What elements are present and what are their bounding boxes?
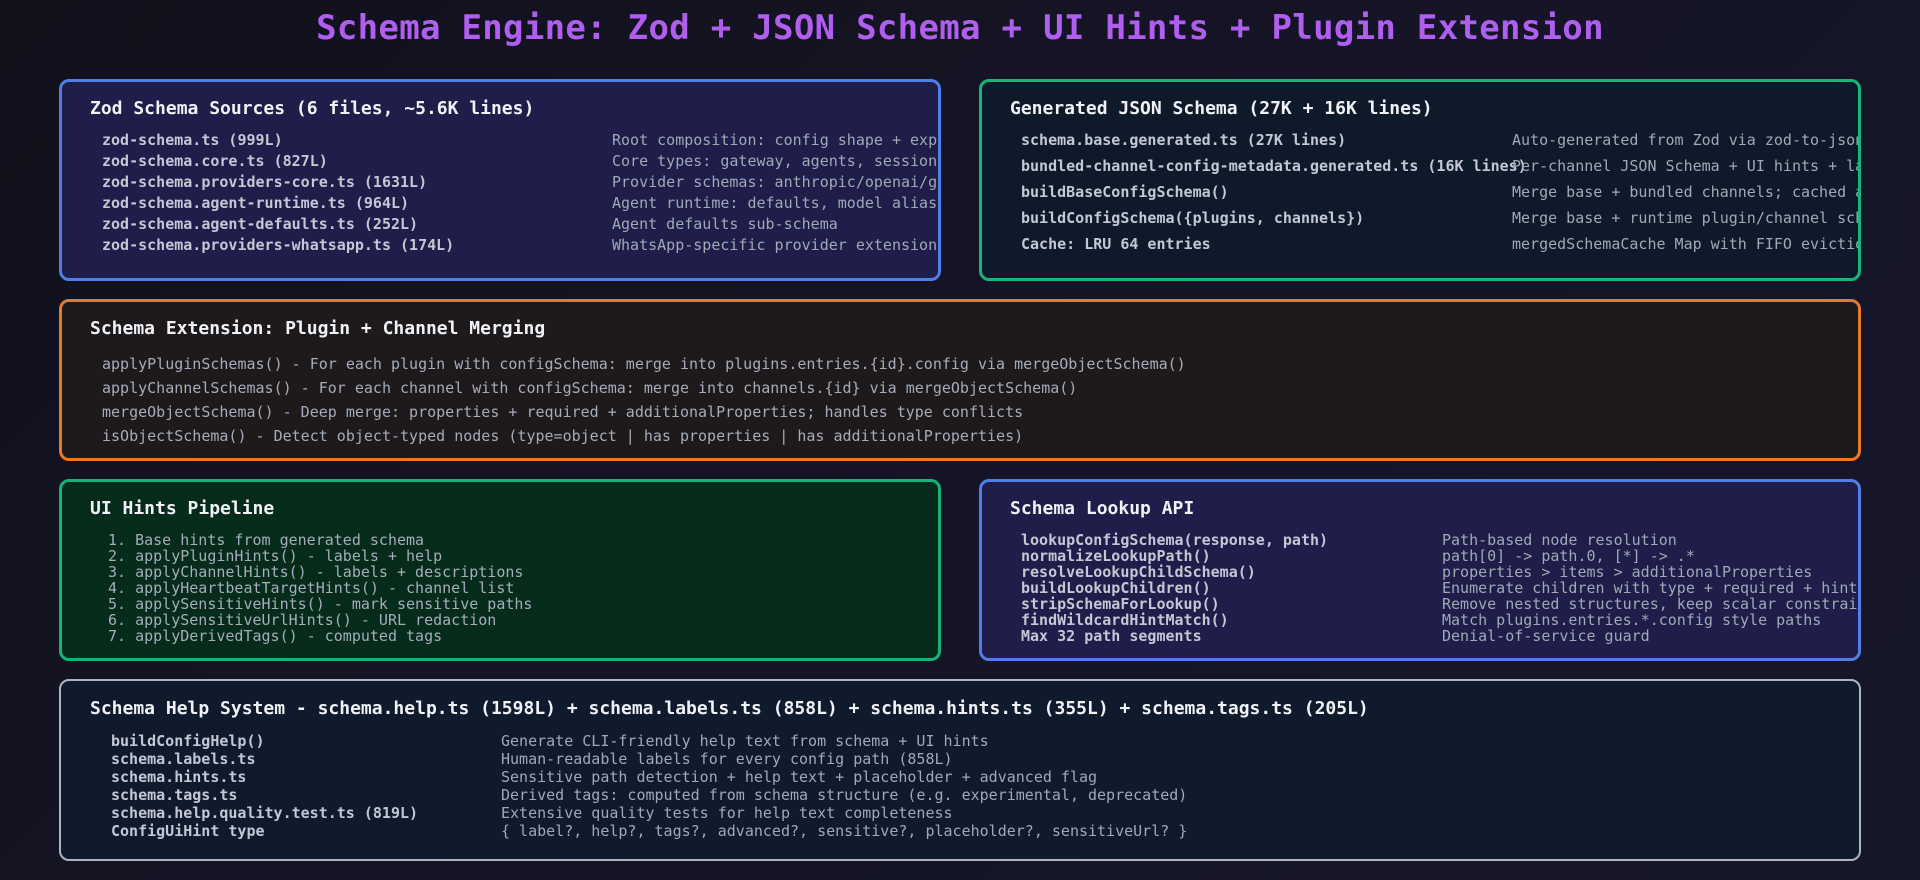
panel-title: Zod Schema Sources (6 files, ~5.6K lines… [90,98,535,119]
diagram-title: Schema Engine: Zod + JSON Schema + UI Hi… [316,8,1604,48]
file-description: Core types: gateway, agents, sessions, l… [612,152,938,170]
artifact-description: Merge base + bundled channels; cached at… [1512,183,1858,201]
help-item: ConfigUiHint type [111,822,265,840]
file-name: zod-schema.agent-runtime.ts (964L) [102,194,410,212]
artifact-description: Merge base + runtime plugin/channel sche… [1512,209,1858,227]
help-item: buildConfigHelp() [111,732,265,750]
help-description: Extensive quality tests for help text co… [501,804,953,822]
schema-extension-panel: Schema Extension: Plugin + Channel Mergi… [59,299,1861,461]
artifact-description: Auto-generated from Zod via zod-to-json-… [1512,131,1858,149]
api-description: Denial-of-service guard [1442,627,1650,645]
file-name: zod-schema.ts (999L) [102,131,283,149]
extension-step: mergeObjectSchema() - Deep merge: proper… [102,403,1024,421]
ui-hints-pipeline-panel: UI Hints Pipeline 1. Base hints from gen… [59,479,941,661]
schema-help-system-panel: Schema Help System - schema.help.ts (159… [59,679,1861,861]
file-description: Agent runtime: defaults, model aliases, … [612,194,938,212]
panel-title: Generated JSON Schema (27K + 16K lines) [1010,98,1433,119]
panel-title: Schema Help System - schema.help.ts (159… [90,698,1369,719]
artifact-name: bundled-channel-config-metadata.generate… [1021,157,1527,175]
generated-json-schema-panel: Generated JSON Schema (27K + 16K lines) … [979,79,1861,281]
file-description: Provider schemas: anthropic/openai/googl… [612,173,938,191]
artifact-description: Per-channel JSON Schema + UI hints + lab… [1512,157,1858,175]
file-description: Agent defaults sub-schema [612,215,838,233]
artifact-name: buildConfigSchema({plugins, channels}) [1021,209,1365,227]
file-name: zod-schema.providers-core.ts (1631L) [102,173,428,191]
panel-title: Schema Extension: Plugin + Channel Mergi… [90,318,546,339]
help-description: Generate CLI-friendly help text from sch… [501,732,989,750]
file-name: zod-schema.core.ts (827L) [102,152,328,170]
schema-lookup-api-panel: Schema Lookup API lookupConfigSchema(res… [979,479,1861,661]
help-item: schema.help.quality.test.ts (819L) [111,804,419,822]
help-description: Sensitive path detection + help text + p… [501,768,1098,786]
extension-step: isObjectSchema() - Detect object-typed n… [102,427,1024,445]
panel-title: UI Hints Pipeline [90,498,275,519]
pipeline-step: 7. applyDerivedTags() - computed tags [108,627,443,645]
panel-title: Schema Lookup API [1010,498,1195,519]
file-name: zod-schema.agent-defaults.ts (252L) [102,215,419,233]
artifact-name: buildBaseConfigSchema() [1021,183,1229,201]
help-item: schema.tags.ts [111,786,238,804]
file-description: Root composition: config shape + exports [612,131,941,149]
help-item: schema.labels.ts [111,750,256,768]
api-function: Max 32 path segments [1021,627,1202,645]
help-description: Derived tags: computed from schema struc… [501,786,1188,804]
artifact-name: Cache: LRU 64 entries [1021,235,1211,253]
file-name: zod-schema.providers-whatsapp.ts (174L) [102,236,455,254]
help-description: { label?, help?, tags?, advanced?, sensi… [501,822,1188,840]
zod-schema-sources-panel: Zod Schema Sources (6 files, ~5.6K lines… [59,79,941,281]
help-description: Human-readable labels for every config p… [501,750,953,768]
extension-step: applyPluginSchemas() - For each plugin w… [102,355,1186,373]
artifact-name: schema.base.generated.ts (27K lines) [1021,131,1347,149]
artifact-description: mergedSchemaCache Map with FIFO eviction [1512,235,1861,253]
help-item: schema.hints.ts [111,768,247,786]
file-description: WhatsApp-specific provider extensions [612,236,941,254]
extension-step: applyChannelSchemas() - For each channel… [102,379,1078,397]
